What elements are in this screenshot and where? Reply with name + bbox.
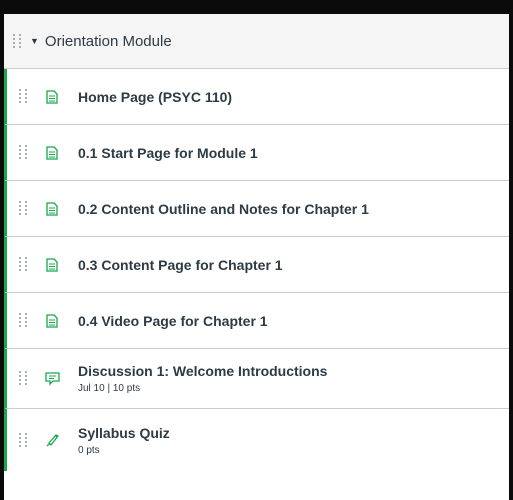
drag-handle-icon[interactable] xyxy=(19,257,29,272)
discussion-icon xyxy=(44,371,60,387)
drag-handle-icon[interactable] xyxy=(19,145,29,160)
points-value: 10 pts xyxy=(112,383,141,394)
drag-handle-icon[interactable] xyxy=(19,89,29,104)
module-title: Orientation Module xyxy=(44,32,172,50)
points-value: 0 pts xyxy=(78,444,100,456)
due-date: Jul 10 xyxy=(78,383,105,394)
module-item[interactable]: 0.2 Content Outline and Notes for Chapte… xyxy=(4,181,509,237)
right-edge xyxy=(509,0,513,500)
item-title[interactable]: 0.2 Content Outline and Notes for Chapte… xyxy=(78,201,369,217)
item-title[interactable]: Syllabus Quiz xyxy=(78,425,170,441)
item-title[interactable]: 0.1 Start Page for Module 1 xyxy=(78,145,258,161)
item-title[interactable]: Home Page (PSYC 110) xyxy=(78,89,232,105)
module-item[interactable]: Home Page (PSYC 110) xyxy=(4,69,509,125)
meta-separator: | xyxy=(107,383,111,394)
page-icon xyxy=(44,89,60,105)
module-item[interactable]: Discussion 1: Welcome Introductions Jul … xyxy=(4,349,509,409)
screen: ▼ Orientation Module Home Page (PSYC 110… xyxy=(0,0,513,500)
item-title[interactable]: 0.3 Content Page for Chapter 1 xyxy=(78,257,283,273)
module-item[interactable]: Syllabus Quiz 0 pts xyxy=(4,409,509,471)
module-item[interactable]: 0.4 Video Page for Chapter 1 xyxy=(4,293,509,349)
drag-handle-icon[interactable] xyxy=(13,33,23,49)
module-header[interactable]: ▼ Orientation Module xyxy=(4,14,509,69)
module-item[interactable]: 0.1 Start Page for Module 1 xyxy=(4,125,509,181)
page-icon xyxy=(44,201,60,217)
drag-handle-icon[interactable] xyxy=(19,371,29,386)
quiz-icon xyxy=(44,432,60,448)
item-title[interactable]: Discussion 1: Welcome Introductions xyxy=(78,363,327,379)
drag-handle-icon[interactable] xyxy=(19,432,29,448)
module-container: ▼ Orientation Module Home Page (PSYC 110… xyxy=(4,14,509,500)
item-meta: Jul 10 | 10 pts xyxy=(78,383,327,394)
item-title[interactable]: 0.4 Video Page for Chapter 1 xyxy=(78,313,268,329)
module-items: Home Page (PSYC 110) 0.1 Start Page for … xyxy=(4,69,509,471)
collapse-caret-icon[interactable]: ▼ xyxy=(30,36,39,46)
module-item[interactable]: 0.3 Content Page for Chapter 1 xyxy=(4,237,509,293)
drag-handle-icon[interactable] xyxy=(19,201,29,216)
page-icon xyxy=(44,313,60,329)
page-icon xyxy=(44,145,60,161)
drag-handle-icon[interactable] xyxy=(19,313,29,328)
top-edge xyxy=(0,0,513,14)
page-icon xyxy=(44,257,60,273)
